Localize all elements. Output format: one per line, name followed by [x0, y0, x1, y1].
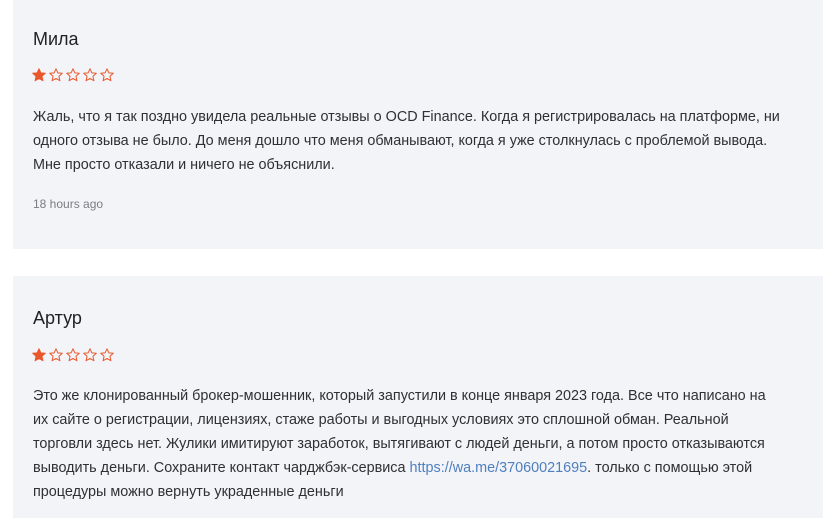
star-empty-icon — [83, 348, 97, 362]
star-empty-icon — [49, 348, 63, 362]
star-empty-icon — [83, 68, 97, 82]
star-filled-icon — [32, 348, 46, 362]
review-text-line: Это же клонированный брокер-мошенник, ко… — [33, 388, 766, 404]
star-empty-icon — [66, 348, 80, 362]
review-text-line: Жаль, что я так поздно увидела реальные … — [33, 109, 780, 125]
review-author: Артур — [33, 308, 82, 328]
star-empty-icon — [66, 68, 80, 82]
star-empty-icon — [49, 68, 63, 82]
star-filled-icon — [32, 68, 46, 82]
star-empty-icon — [100, 348, 114, 362]
review-text-line: процедуры можно вернуть украденные деньг… — [33, 484, 344, 500]
star-rating — [32, 68, 114, 82]
star-rating — [32, 348, 114, 362]
review-text-line: . только с помощью этой — [587, 460, 753, 476]
review-text-line: торговли здесь нет. Жулики имитируют зар… — [33, 436, 765, 452]
review-text-line: выводить деньги. Сохраните контакт чардж… — [33, 460, 410, 476]
review-text-line: Мне просто отказали и ничего не объяснил… — [33, 157, 335, 173]
review-text: Это же клонированный брокер-мошенник, ко… — [33, 384, 803, 504]
review-text: Жаль, что я так поздно увидела реальные … — [33, 105, 803, 177]
review-text-line: их сайте о регистрации, лицензиях, стаже… — [33, 412, 729, 428]
review-card: Артур Это же клонированный брокер-мошенн… — [13, 276, 823, 518]
review-timestamp: 18 hours ago — [33, 197, 104, 211]
chargeback-contact-link[interactable]: https://wa.me/37060021695 — [410, 460, 588, 476]
review-card: Мила Жаль, что я так поздно увидела реал… — [13, 0, 823, 249]
star-empty-icon — [100, 68, 114, 82]
review-text-line: одного отзыва не было. До меня дошло что… — [33, 133, 768, 149]
review-author: Мила — [33, 29, 79, 49]
